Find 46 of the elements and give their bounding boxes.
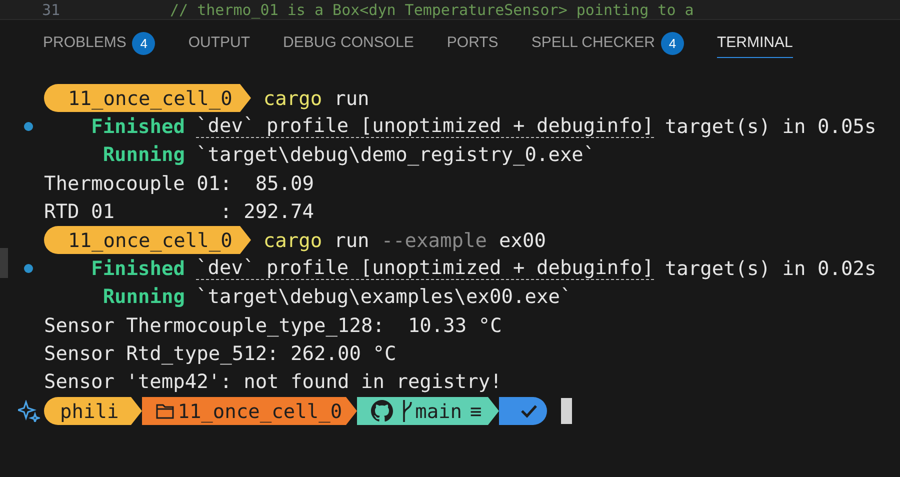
line-number: 31 [40,0,60,18]
scroll-indicator [0,248,8,278]
code-comment: // thermo_01 is a Box<dyn TemperatureSensor> pointing to a [170,0,694,18]
count-badge: 4 [132,32,156,55]
segment-arrow-icon [130,397,142,426]
terminal-cursor [560,398,572,424]
status-label: Finished [90,256,185,282]
github-icon [371,400,394,422]
folder-icon [156,403,174,420]
link-text[interactable]: `dev` profile [unoptimized + debuginfo] [196,257,654,280]
output-text: Sensor Rtd_type_512: 262.00 °C [44,341,396,368]
status-text: target(s) in 0.02s [664,256,876,282]
output-text: Thermocouple 01: 85.09 [44,170,314,197]
panel-tab[interactable]: PORTS [446,30,498,58]
panel-tab[interactable]: OUTPUT [188,30,250,58]
status-text: `target\debug\examples\ex00.exe` [196,284,572,310]
command-token: --example [381,228,487,254]
count-badge: 4 [660,32,684,55]
link-text[interactable]: `dev` profile [unoptimized + debuginfo] [196,115,654,138]
command-token: cargo [263,228,322,254]
segment-arrow-icon [240,226,252,254]
status-label: Finished [90,114,185,140]
branch-status: ≡ [470,398,482,425]
output-text: Sensor 'temp42': not found in registry! [44,369,502,396]
command-decoration-icon[interactable] [24,264,33,274]
panel-tab[interactable]: PROBLEMS 4 [43,30,156,58]
panel-tab[interactable]: TERMINAL [716,30,793,58]
output-text: Sensor Thermocouple_type_128: 10.33 °C [44,312,502,339]
folder-name: 11_once_cell_0 [178,398,342,425]
command-token: ex00 [498,228,546,254]
branch-name: main [415,398,462,425]
sparkle-icon [18,400,40,422]
command-token: cargo [263,86,322,112]
status-text: `target\debug\demo_registry_0.exe` [196,142,596,168]
panel-tab[interactable]: DEBUG CONSOLE [283,30,414,58]
command-token: run [334,86,370,112]
panel-tab[interactable]: SPELL CHECKER 4 [531,30,684,58]
branch-icon [401,400,414,422]
output-text: RTD 01 : 292.74 [44,199,314,226]
segment-arrow-icon [240,84,252,112]
status-text: target(s) in 0.05s [664,114,876,140]
status-label: Running [102,142,185,168]
status-label: Running [102,284,185,310]
command-decoration-icon[interactable] [24,122,33,132]
command-token: run [334,228,370,254]
check-icon [520,404,537,418]
